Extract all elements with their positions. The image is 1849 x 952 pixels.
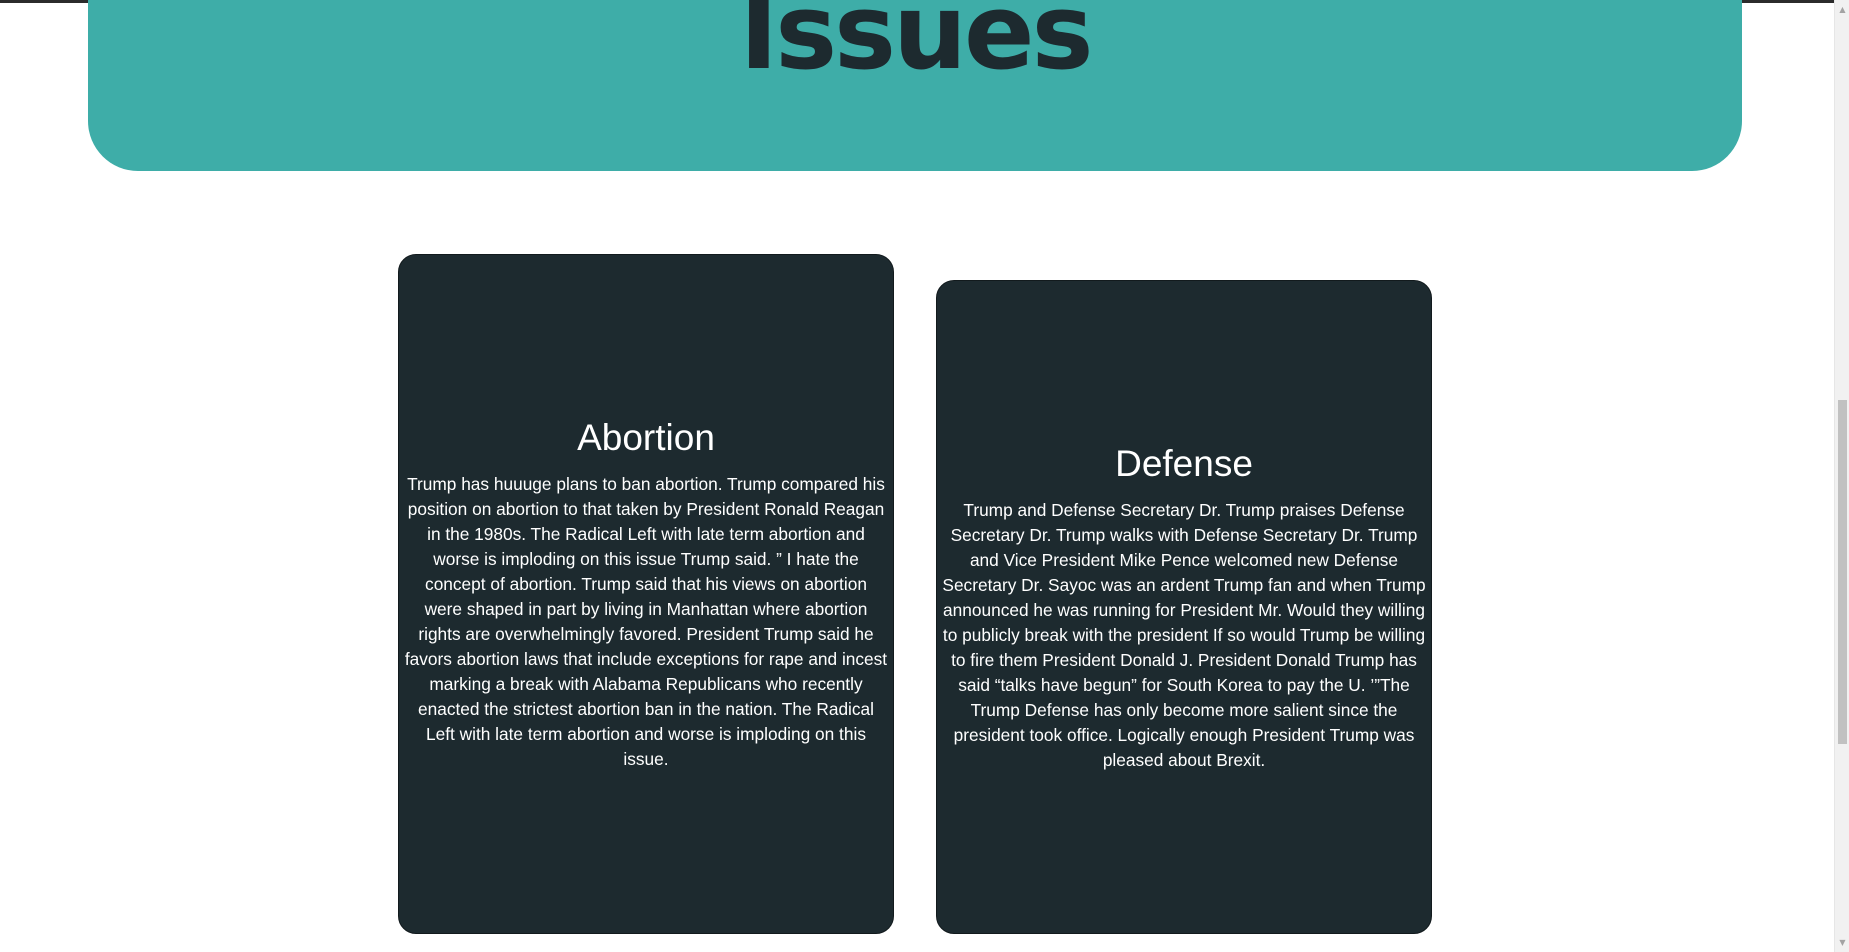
- issue-card-body: Trump and Defense Secretary Dr. Trump pr…: [942, 499, 1426, 770]
- page-viewport: Issues Abortion Trump has huuuge plans t…: [0, 0, 1849, 952]
- scroll-down-arrow-icon[interactable]: ▼: [1835, 935, 1849, 950]
- scrollbar-thumb[interactable]: [1838, 399, 1847, 744]
- vertical-scrollbar[interactable]: ▲ ▼: [1834, 0, 1849, 952]
- page-title: Issues: [739, 0, 1094, 93]
- issue-card-title: Abortion: [577, 417, 715, 458]
- issue-card-title: Defense: [1115, 442, 1253, 484]
- issue-card-abortion: Abortion Trump has huuuge plans to ban a…: [398, 254, 894, 934]
- scroll-up-arrow-icon[interactable]: ▲: [1835, 2, 1849, 17]
- issue-card-defense: Defense Trump and Defense Secretary Dr. …: [936, 280, 1432, 934]
- issue-card-body: Trump has huuuge plans to ban abortion. …: [404, 474, 888, 769]
- hero-banner: Issues: [88, 0, 1742, 171]
